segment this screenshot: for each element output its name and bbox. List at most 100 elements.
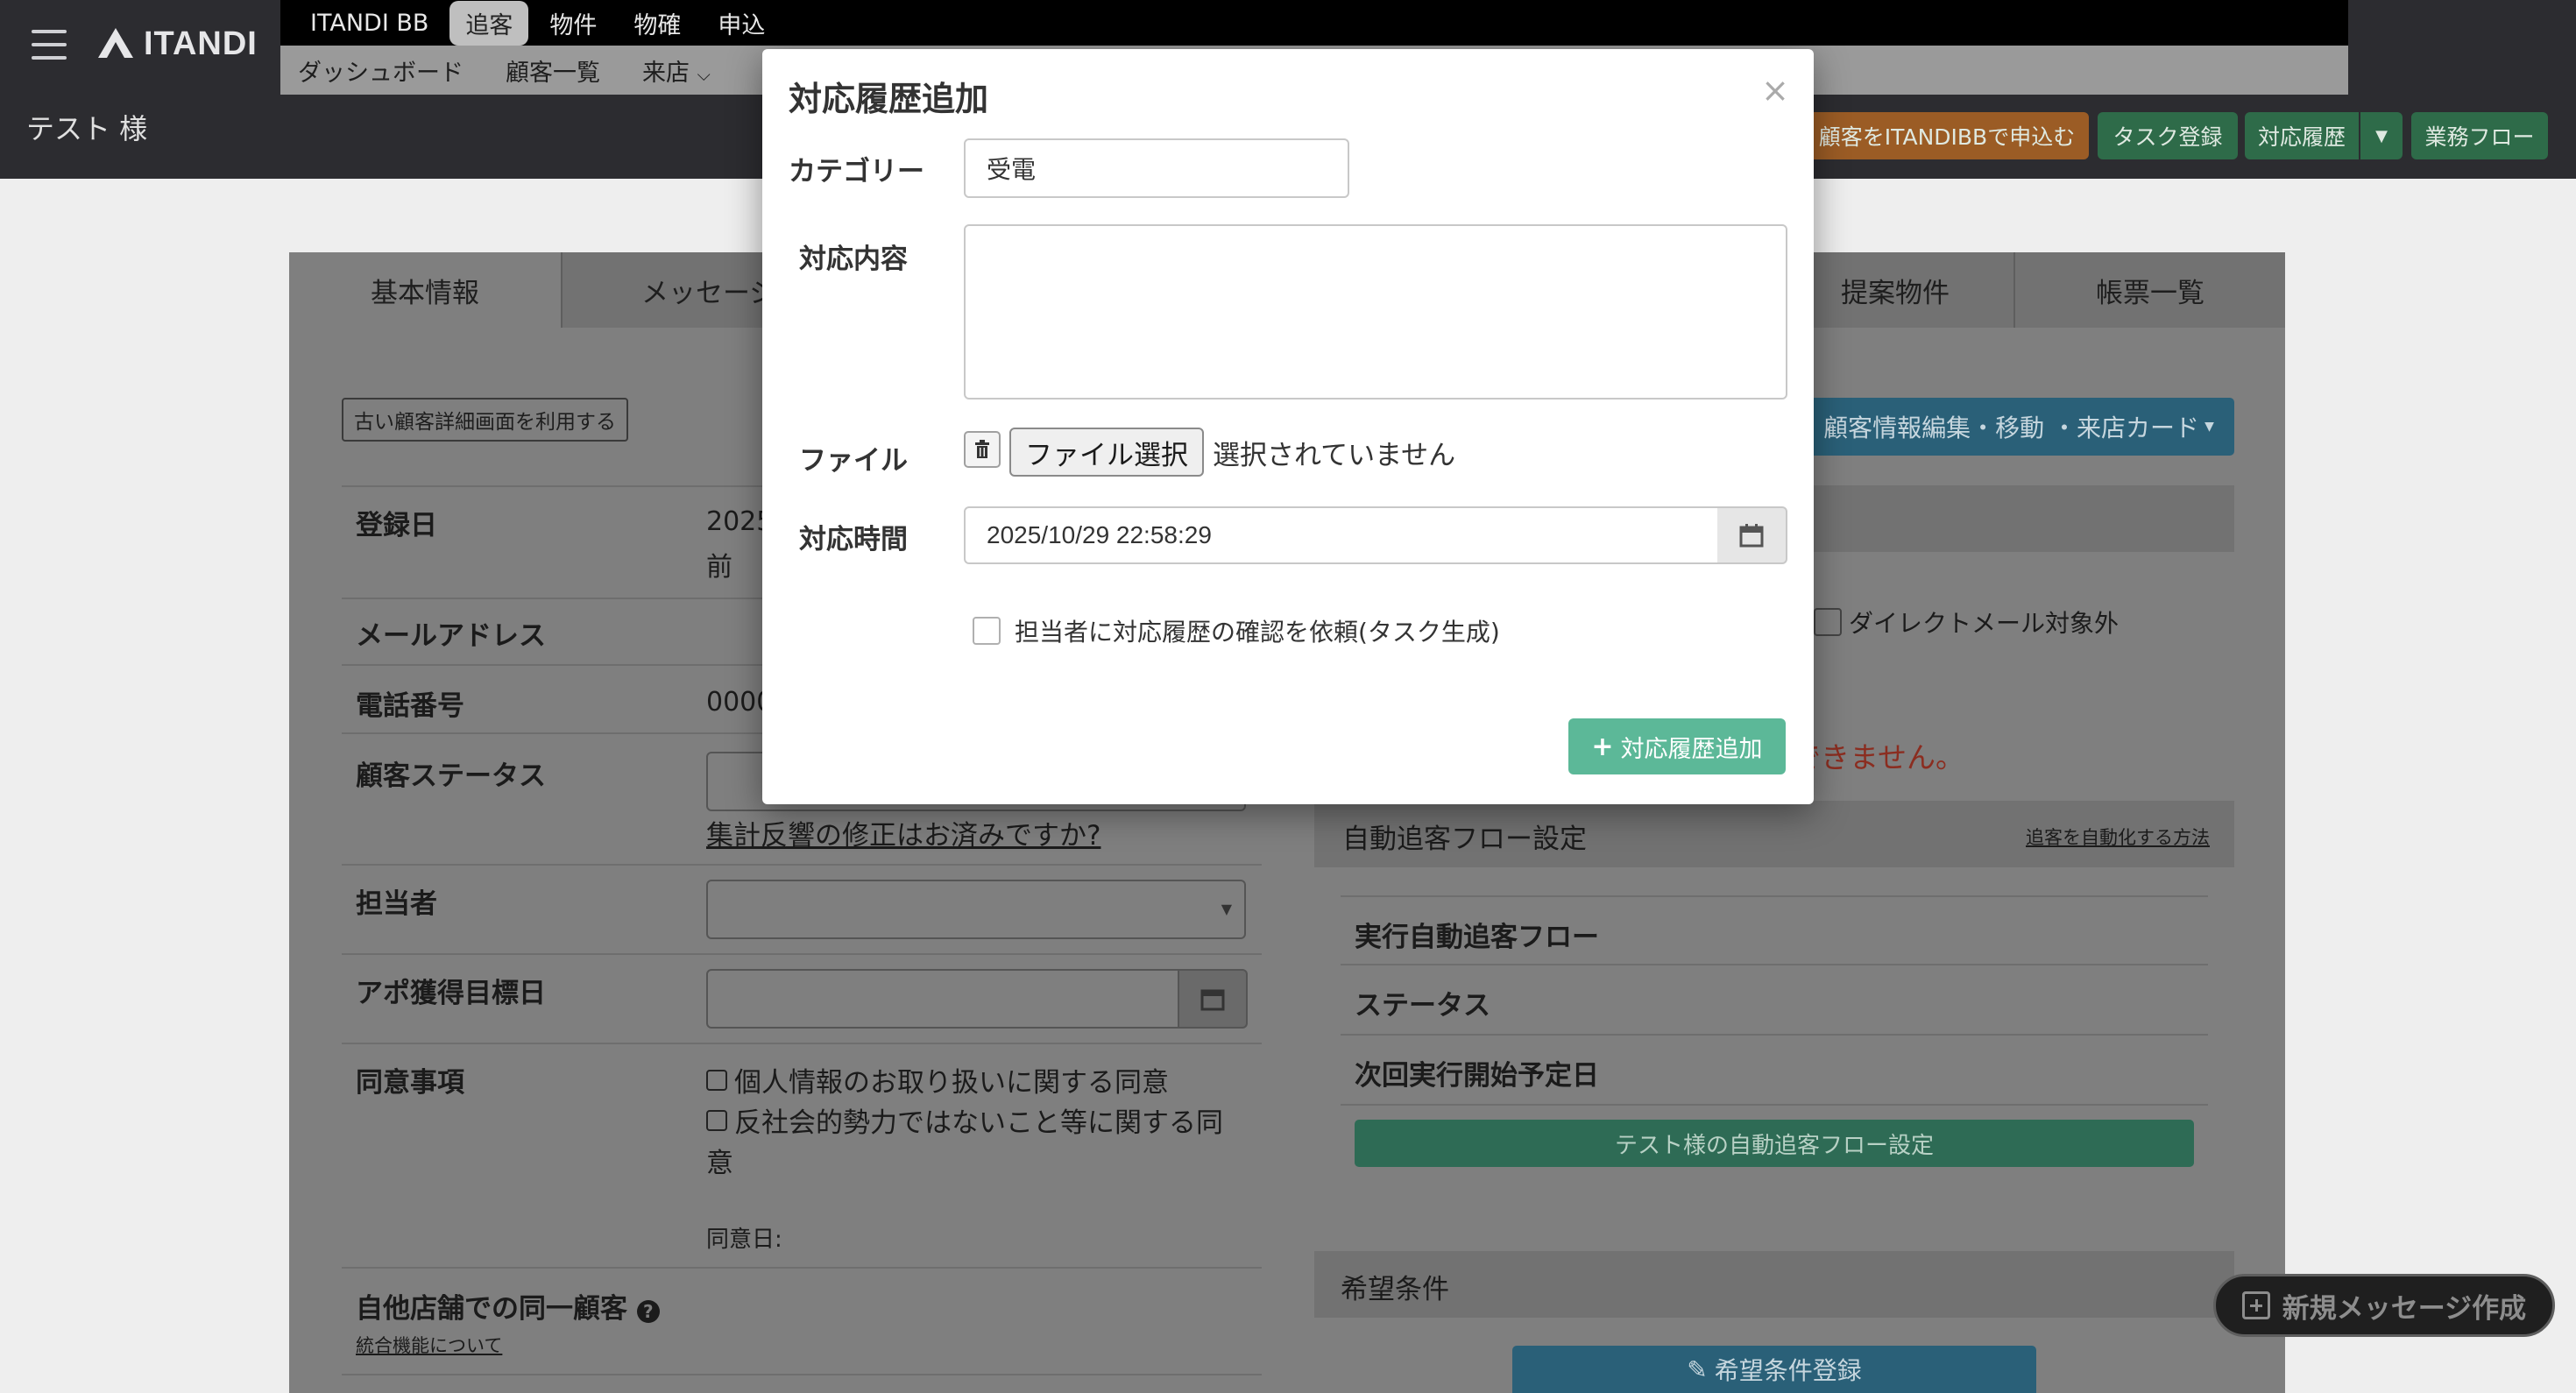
content-textarea[interactable]: [964, 224, 1787, 400]
registered-value-2: 前: [706, 552, 732, 583]
auto-flow-row-next-date: 次回実行開始予定日: [1355, 1060, 1599, 1092]
time-input[interactable]: 2025/10/29 22:58:29: [964, 506, 1719, 564]
nav-bukken[interactable]: 物件: [534, 1, 612, 46]
modal-title: 対応履歴追加: [789, 80, 989, 118]
consent-privacy-label: 個人情報のお取り扱いに関する同意: [734, 1067, 1169, 1099]
dm-exclude-checkbox[interactable]: ダイレクトメール対象外: [1814, 605, 2119, 640]
trash-icon: [975, 440, 989, 458]
auto-flow-title: 自動追客フロー設定: [1342, 824, 1587, 855]
page-title: テスト 様: [26, 112, 148, 145]
tab-proposed-properties[interactable]: 提案物件: [1787, 252, 2003, 328]
dm-exclude-label: ダイレクトメール対象外: [1849, 609, 2120, 638]
hamburger-menu-icon[interactable]: [32, 30, 67, 60]
new-message-button[interactable]: 新規メッセージ作成: [2213, 1274, 2555, 1337]
row-divider: [342, 1043, 1262, 1044]
phone-label: 電話番号: [356, 690, 464, 722]
conditions-title: 希望条件: [1341, 1274, 1449, 1305]
auto-flow-how-link[interactable]: 追客を自動化する方法: [2026, 824, 2210, 850]
consent-antisocial-checkbox[interactable]: 反社会的勢力ではないこと等に関する同: [706, 1100, 1223, 1140]
registered-label: 登録日: [356, 510, 437, 541]
subnav-customer-list[interactable]: 顧客一覧: [506, 53, 600, 88]
nav-tsuikyaku[interactable]: 追客: [449, 0, 529, 46]
appt-target-input[interactable]: [706, 969, 1179, 1029]
email-label: メールアドレス: [356, 620, 546, 652]
consent-privacy-checkbox[interactable]: 個人情報のお取り扱いに関する同意: [706, 1060, 1169, 1100]
row-divider: [342, 864, 1262, 866]
task-request-label: 担当者に対応履歴の確認を依頼(タスク生成): [1015, 618, 1500, 647]
caret-down-icon: ▼: [2375, 126, 2388, 145]
checkbox-icon: [706, 1109, 727, 1131]
subnav-visit-label: 来店: [642, 59, 690, 87]
category-input[interactable]: 受電: [964, 138, 1349, 198]
appt-target-label: アポ獲得目標日: [356, 978, 546, 1009]
consent-label: 同意事項: [356, 1067, 464, 1099]
assignee-select[interactable]: ▼: [706, 880, 1246, 939]
customer-edit-button[interactable]: 顧客情報編集・移動 ・来店カード ▼: [1803, 398, 2234, 456]
customer-edit-label: 顧客情報編集・移動 ・来店カード: [1823, 414, 2200, 442]
itandi-logo-mark-icon: [98, 28, 133, 58]
file-status-text: 選択されていません: [1213, 440, 1456, 471]
task-request-checkbox[interactable]: 担当者に対応履歴の確認を依頼(タスク生成): [973, 613, 1500, 648]
auto-flow-row-status: ステータス: [1355, 990, 1490, 1022]
nav-moushikomi[interactable]: 申込: [702, 1, 781, 46]
nav-bukkaku[interactable]: 物確: [618, 1, 697, 46]
consent-date-label: 同意日:: [706, 1227, 782, 1253]
conditions-register-button[interactable]: ✎ 希望条件登録: [1512, 1346, 2036, 1393]
file-clear-button[interactable]: [964, 431, 1001, 468]
task-register-button[interactable]: タスク登録: [2098, 112, 2238, 159]
submit-label: 対応履歴追加: [1620, 735, 1763, 763]
pencil-icon: ✎: [1687, 1354, 1708, 1384]
calendar-icon: [1739, 524, 1764, 548]
calendar-button[interactable]: [1178, 969, 1248, 1029]
tab-basic-info[interactable]: 基本情報: [289, 252, 561, 328]
row-divider: [1341, 1104, 2208, 1106]
same-customer-label: 自他店舗での同一顧客 ?: [356, 1286, 660, 1326]
workflow-button[interactable]: 業務フロー: [2411, 112, 2548, 159]
row-divider: [1341, 1034, 2208, 1036]
consent-antisocial-label-cont: 意: [706, 1148, 733, 1179]
same-customer-text: 自他店舗での同一顧客: [356, 1293, 627, 1325]
time-label: 対応時間: [799, 524, 908, 555]
merge-feature-link[interactable]: 統合機能について: [356, 1332, 502, 1358]
tab-document-list[interactable]: 帳票一覧: [2015, 252, 2285, 328]
status-label: 顧客ステータス: [356, 760, 546, 792]
plus-square-icon: [2241, 1291, 2270, 1319]
auto-flow-settings-button[interactable]: テスト様の自動追客フロー設定: [1355, 1120, 2194, 1167]
file-select-button[interactable]: ファイル選択: [1009, 428, 1204, 477]
assignee-label: 担当者: [356, 888, 437, 920]
itandi-logo[interactable]: ITANDI: [96, 25, 258, 63]
checkbox-icon: [706, 1069, 727, 1091]
row-divider: [342, 953, 1262, 955]
logo-text: ITANDI: [144, 25, 258, 62]
caret-down-icon: ▼: [2204, 420, 2214, 434]
time-calendar-button[interactable]: [1717, 506, 1787, 564]
consent-antisocial-label: 反社会的勢力ではないこと等に関する同: [734, 1107, 1223, 1139]
row-divider: [342, 1267, 1262, 1269]
add-history-submit-button[interactable]: + 対応履歴追加: [1568, 718, 1786, 774]
nav-itandi-bb[interactable]: ITANDI BB: [294, 4, 444, 42]
status-fix-link[interactable]: 集計反響の修正はお済みですか?: [706, 813, 1100, 852]
history-button[interactable]: 対応履歴: [2245, 112, 2359, 159]
auto-flow-row-executing: 実行自動追客フロー: [1355, 922, 1599, 953]
category-label: カテゴリー: [789, 156, 924, 187]
add-history-modal: 対応履歴追加 × カテゴリー 受電 対応内容 ファイル ファイル選択 選択されて…: [762, 49, 1814, 804]
close-icon[interactable]: ×: [1761, 74, 1789, 107]
primary-nav: ITANDI BB 追客 物件 物確 申込: [280, 0, 2348, 46]
caret-down-icon: ▼: [1221, 901, 1232, 917]
file-label: ファイル: [799, 445, 908, 477]
checkbox-icon: [1814, 608, 1842, 636]
plus-icon: +: [1591, 731, 1614, 762]
new-message-label: 新規メッセージ作成: [2282, 1292, 2527, 1325]
help-icon[interactable]: ?: [636, 1300, 660, 1323]
history-dropdown-button[interactable]: ▼: [2360, 112, 2403, 159]
apply-itandibb-button[interactable]: 顧客をITANDIBBで申込む: [1805, 112, 2089, 159]
row-divider: [1341, 964, 2208, 965]
checkbox-icon: [973, 617, 1001, 645]
conditions-register-label: 希望条件登録: [1714, 1356, 1862, 1385]
subnav-dashboard[interactable]: ダッシュボード: [298, 53, 464, 88]
chevron-down-icon: ⌵: [697, 63, 711, 85]
old-detail-screen-button[interactable]: 古い顧客詳細画面を利用する: [342, 398, 628, 442]
subnav-visit[interactable]: 来店 ⌵: [642, 53, 711, 88]
conditions-header: [1314, 1251, 2234, 1318]
content-label: 対応内容: [799, 244, 908, 275]
